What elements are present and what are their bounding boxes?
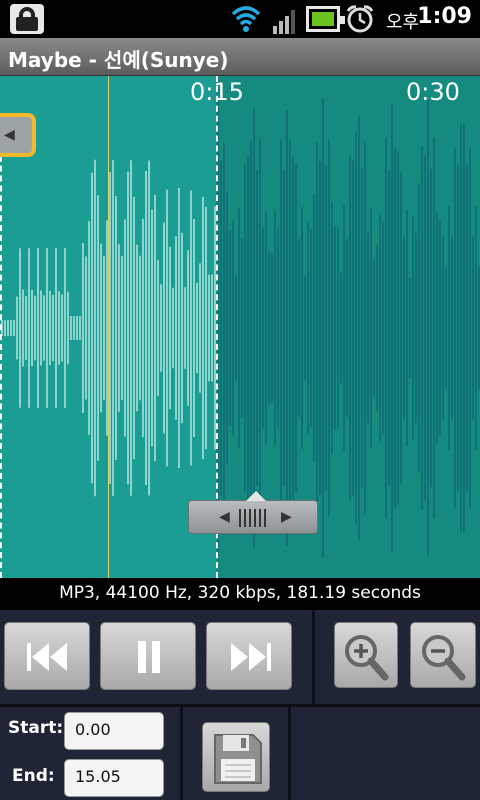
start-label: Start: [8,718,64,738]
fast-forward-button[interactable] [206,622,292,690]
right-arrow-icon: ▶ [281,509,292,525]
status-bar: 오후 1:09 [0,0,480,38]
clock: 1:09 [417,4,472,29]
divider [180,707,183,800]
alarm-icon [346,5,374,33]
end-label: End: [12,766,55,786]
floppy-disk-icon [214,734,262,784]
divider [288,707,291,800]
ampm-label: 오후 [386,12,420,33]
end-field[interactable]: 15.05 [64,759,164,797]
pause-icon [138,641,160,673]
pause-button[interactable] [100,622,196,690]
fast-forward-icon [231,643,271,671]
time-label-15: 0:15 [190,78,244,106]
playhead [108,76,109,578]
start-marker-line [0,126,2,578]
zoom-in-icon [345,635,389,681]
file-info: MP3, 44100 Hz, 320 kbps, 181.19 seconds [0,578,480,610]
control-panel: Start: 0.00 End: 15.05 [0,610,480,800]
start-field[interactable]: 0.00 [64,712,164,750]
divider [312,610,315,704]
rewind-button[interactable] [4,622,90,690]
rewind-icon [27,643,67,671]
start-marker-handle[interactable]: ◀ [0,113,36,157]
time-label-30: 0:30 [406,78,460,106]
title-bar: Maybe - 선예(Sunye) [0,38,480,76]
save-button[interactable] [202,722,270,792]
zoom-out-button[interactable] [410,622,476,688]
grip-icon [239,509,269,527]
end-marker-handle[interactable]: ◀ ▶ [188,491,318,534]
signal-icon [273,10,295,34]
wifi-icon [231,6,261,32]
left-arrow-icon: ◀ [219,509,230,525]
song-title: Maybe - 선예(Sunye) [8,48,229,72]
battery-icon [306,6,345,32]
zoom-out-icon [422,635,466,681]
divider [0,704,480,707]
lock-icon [10,4,44,34]
waveform-view[interactable]: 0:15 0:30 ◀ ◀ ▶ [0,76,480,578]
zoom-in-button[interactable] [334,622,398,688]
